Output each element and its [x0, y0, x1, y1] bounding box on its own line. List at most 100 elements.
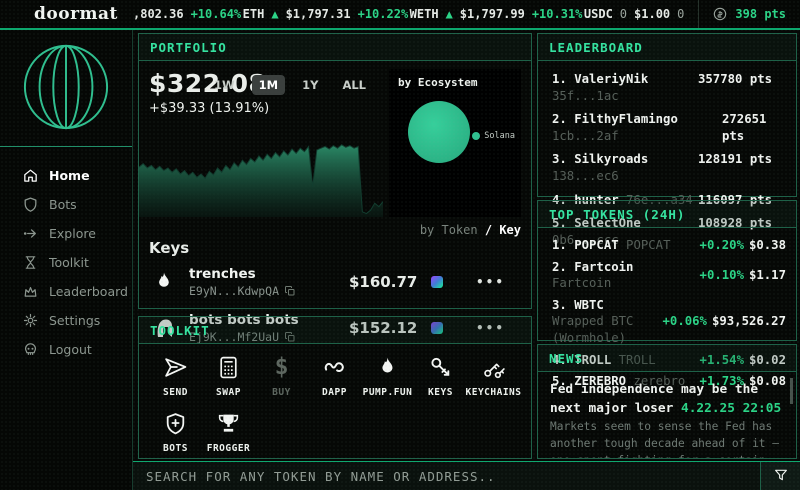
sidebar-item-label: Logout — [49, 342, 92, 357]
leaderboard-address: 138...ec6 — [552, 169, 619, 183]
ticker-price: $1,797.99 — [460, 7, 525, 21]
leaderboard-points: 128191 pts — [698, 151, 784, 184]
leaderboard-panel: LEADERBOARD 1. ValeriyNik 35f...1ac35778… — [537, 33, 797, 197]
token-name: POPCAT — [626, 238, 670, 252]
portfolio-change: +$39.33 (13.91%) — [149, 101, 383, 116]
range-button-1m[interactable]: 1M — [252, 75, 285, 95]
tool-keychains[interactable]: KEYCHAINS — [467, 354, 520, 398]
key-name: trenches — [189, 266, 339, 282]
range-button-1w[interactable]: 1W — [207, 75, 242, 95]
leaderboard-address: 1cb...2af — [552, 129, 619, 143]
sidebar-divider — [0, 146, 132, 147]
ticker-price: ,802.36 — [133, 7, 184, 21]
token-key-toggle[interactable]: by Token / Key — [149, 223, 521, 237]
tool-label: KEYCHAINS — [466, 387, 522, 398]
sidebar-item-bots[interactable]: Bots — [0, 190, 132, 219]
token-symbol: 2. Fartcoin — [552, 260, 633, 274]
tool-frogger[interactable]: FROGGER — [202, 410, 255, 454]
tool-label: BUY — [272, 387, 291, 398]
tool-label: BOTS — [163, 443, 188, 454]
portfolio-header: PORTFOLIO — [139, 34, 531, 61]
news-header: NEWS — [538, 345, 796, 372]
ticker-change: +10.31% — [532, 7, 583, 21]
token-symbol: 1. POPCAT — [552, 238, 619, 252]
portfolio-area-chart — [139, 131, 383, 217]
legend-label: Solana — [484, 131, 515, 141]
sidebar-item-settings[interactable]: Settings — [0, 306, 132, 335]
news-panel: NEWS Fed independence may be the next ma… — [537, 344, 797, 459]
ticker-item: ,802.36+10.64% — [133, 7, 241, 21]
points-badge: 398 pts — [698, 0, 800, 28]
token-row[interactable]: 1. POPCAT POPCAT+0.20%$0.38 — [552, 237, 786, 254]
app-logo: doormat — [0, 4, 133, 24]
news-scrollbar[interactable] — [790, 378, 793, 404]
ticker-item: WETH▲$1,797.99+10.31% — [410, 7, 583, 21]
filter-funnel-icon — [773, 467, 789, 486]
flame-icon — [149, 267, 179, 297]
frogger-icon — [216, 410, 241, 436]
search-bar — [133, 461, 800, 490]
ticker-symbol: ETH — [243, 7, 265, 21]
sidebar-item-toolkit[interactable]: Toolkit — [0, 248, 132, 277]
leaderboard-points: 357780 pts — [698, 71, 784, 104]
tool-send[interactable]: SEND — [149, 354, 202, 398]
sidebar-item-explore[interactable]: Explore — [0, 219, 132, 248]
sidebar: HomeBots Explore ToolkitLeaderboardSetting… — [0, 30, 133, 490]
tool-label: SEND — [163, 387, 188, 398]
token-row[interactable]: 3. WBTC Wrapped BTC (Wormhole)+0.06%$93,… — [552, 297, 786, 347]
key-info: trenchesE9yN...KdwpQA — [189, 266, 339, 298]
leaderboard-address: 35f...1ac — [552, 89, 619, 103]
tool-dapp[interactable]: DAPP — [308, 354, 361, 398]
token-change: +0.06% — [663, 314, 707, 328]
by-token-option[interactable]: by Token — [420, 223, 478, 237]
pumpfun-icon — [375, 354, 400, 380]
tool-bots[interactable]: BOTS — [149, 410, 202, 454]
ticker-item: USDC0$1.000 — [584, 7, 685, 21]
token-change: +0.20% — [700, 238, 744, 252]
key-options-button[interactable]: ••• — [476, 275, 521, 289]
tool-pump-fun[interactable]: PUMP.FUN — [361, 354, 414, 398]
tool-label: DAPP — [322, 387, 347, 398]
search-filter-button[interactable] — [760, 462, 800, 490]
keychains-icon — [481, 354, 506, 380]
sidebar-item-logout[interactable]: Logout — [0, 335, 132, 364]
sidebar-item-label: Explore — [49, 226, 96, 241]
token-price: $93,526.27 — [712, 314, 786, 328]
news-text: Markets seem to sense the Fed has anothe… — [550, 420, 779, 458]
top-bar: doormat ,802.36+10.64%ETH▲$1,797.31+10.2… — [0, 0, 800, 30]
by-key-option[interactable]: Key — [499, 223, 521, 237]
ticker-symbol: WETH — [410, 7, 439, 21]
time-range-selector: 1W 1M 1Y ALL — [207, 75, 373, 95]
sidebar-item-leaderboard[interactable]: Leaderboard — [0, 277, 132, 306]
dapp-icon — [322, 354, 347, 380]
leaderboard-row: 2. FilthyFlamingo 1cb...2af272651 pts — [552, 111, 784, 144]
tool-keys[interactable]: KEYS — [414, 354, 467, 398]
token-name: Wrapped BTC (Wormhole) — [552, 314, 633, 345]
crown-icon — [22, 283, 39, 300]
bots-icon — [163, 410, 188, 436]
token-name: Fartcoin — [552, 276, 611, 290]
token-row[interactable]: 2. Fartcoin Fartcoin+0.10%$1.17 — [552, 259, 786, 292]
leaderboard-rank-name: 3. Silkyroads — [552, 152, 648, 166]
toolkit-grid: SEND SWAP $BUY DAPP PUMP.FUNKEYSKEYCHAINS BOT… — [139, 344, 531, 458]
points-coin-icon — [712, 6, 728, 22]
tool-buy[interactable]: $BUY — [255, 354, 308, 398]
range-button-all[interactable]: ALL — [335, 75, 373, 95]
price-ticker: ,802.36+10.64%ETH▲$1,797.31+10.22%WETH▲$… — [133, 7, 698, 21]
tool-label: SWAP — [216, 387, 241, 398]
ticker-change: +10.22% — [358, 7, 409, 21]
ticker-direction-icon: ▲ — [271, 7, 278, 21]
token-search-input[interactable] — [133, 469, 760, 484]
ticker-item: ETH▲$1,797.31+10.22% — [243, 7, 409, 21]
portfolio-chart: $322.08 +$39.33 (13.91%) 1W1M1YALL — [149, 69, 383, 217]
legend-dot — [472, 132, 480, 140]
sidebar-item-home[interactable]: Home — [0, 161, 132, 190]
ticker-direction-icon: 0 — [620, 7, 627, 21]
sidebar-menu: HomeBots Explore ToolkitLeaderboardSetting… — [0, 161, 132, 364]
range-button-1y[interactable]: 1Y — [295, 75, 325, 95]
copy-icon[interactable] — [284, 285, 296, 297]
portfolio-panel: PORTFOLIO $322.08 +$39.33 (13.91%) 1W1M1… — [138, 33, 532, 309]
tool-swap[interactable]: SWAP — [202, 354, 255, 398]
tool-label: PUMP.FUN — [363, 387, 413, 398]
key-row[interactable]: trenchesE9yN...KdwpQA$160.77••• — [149, 259, 521, 305]
